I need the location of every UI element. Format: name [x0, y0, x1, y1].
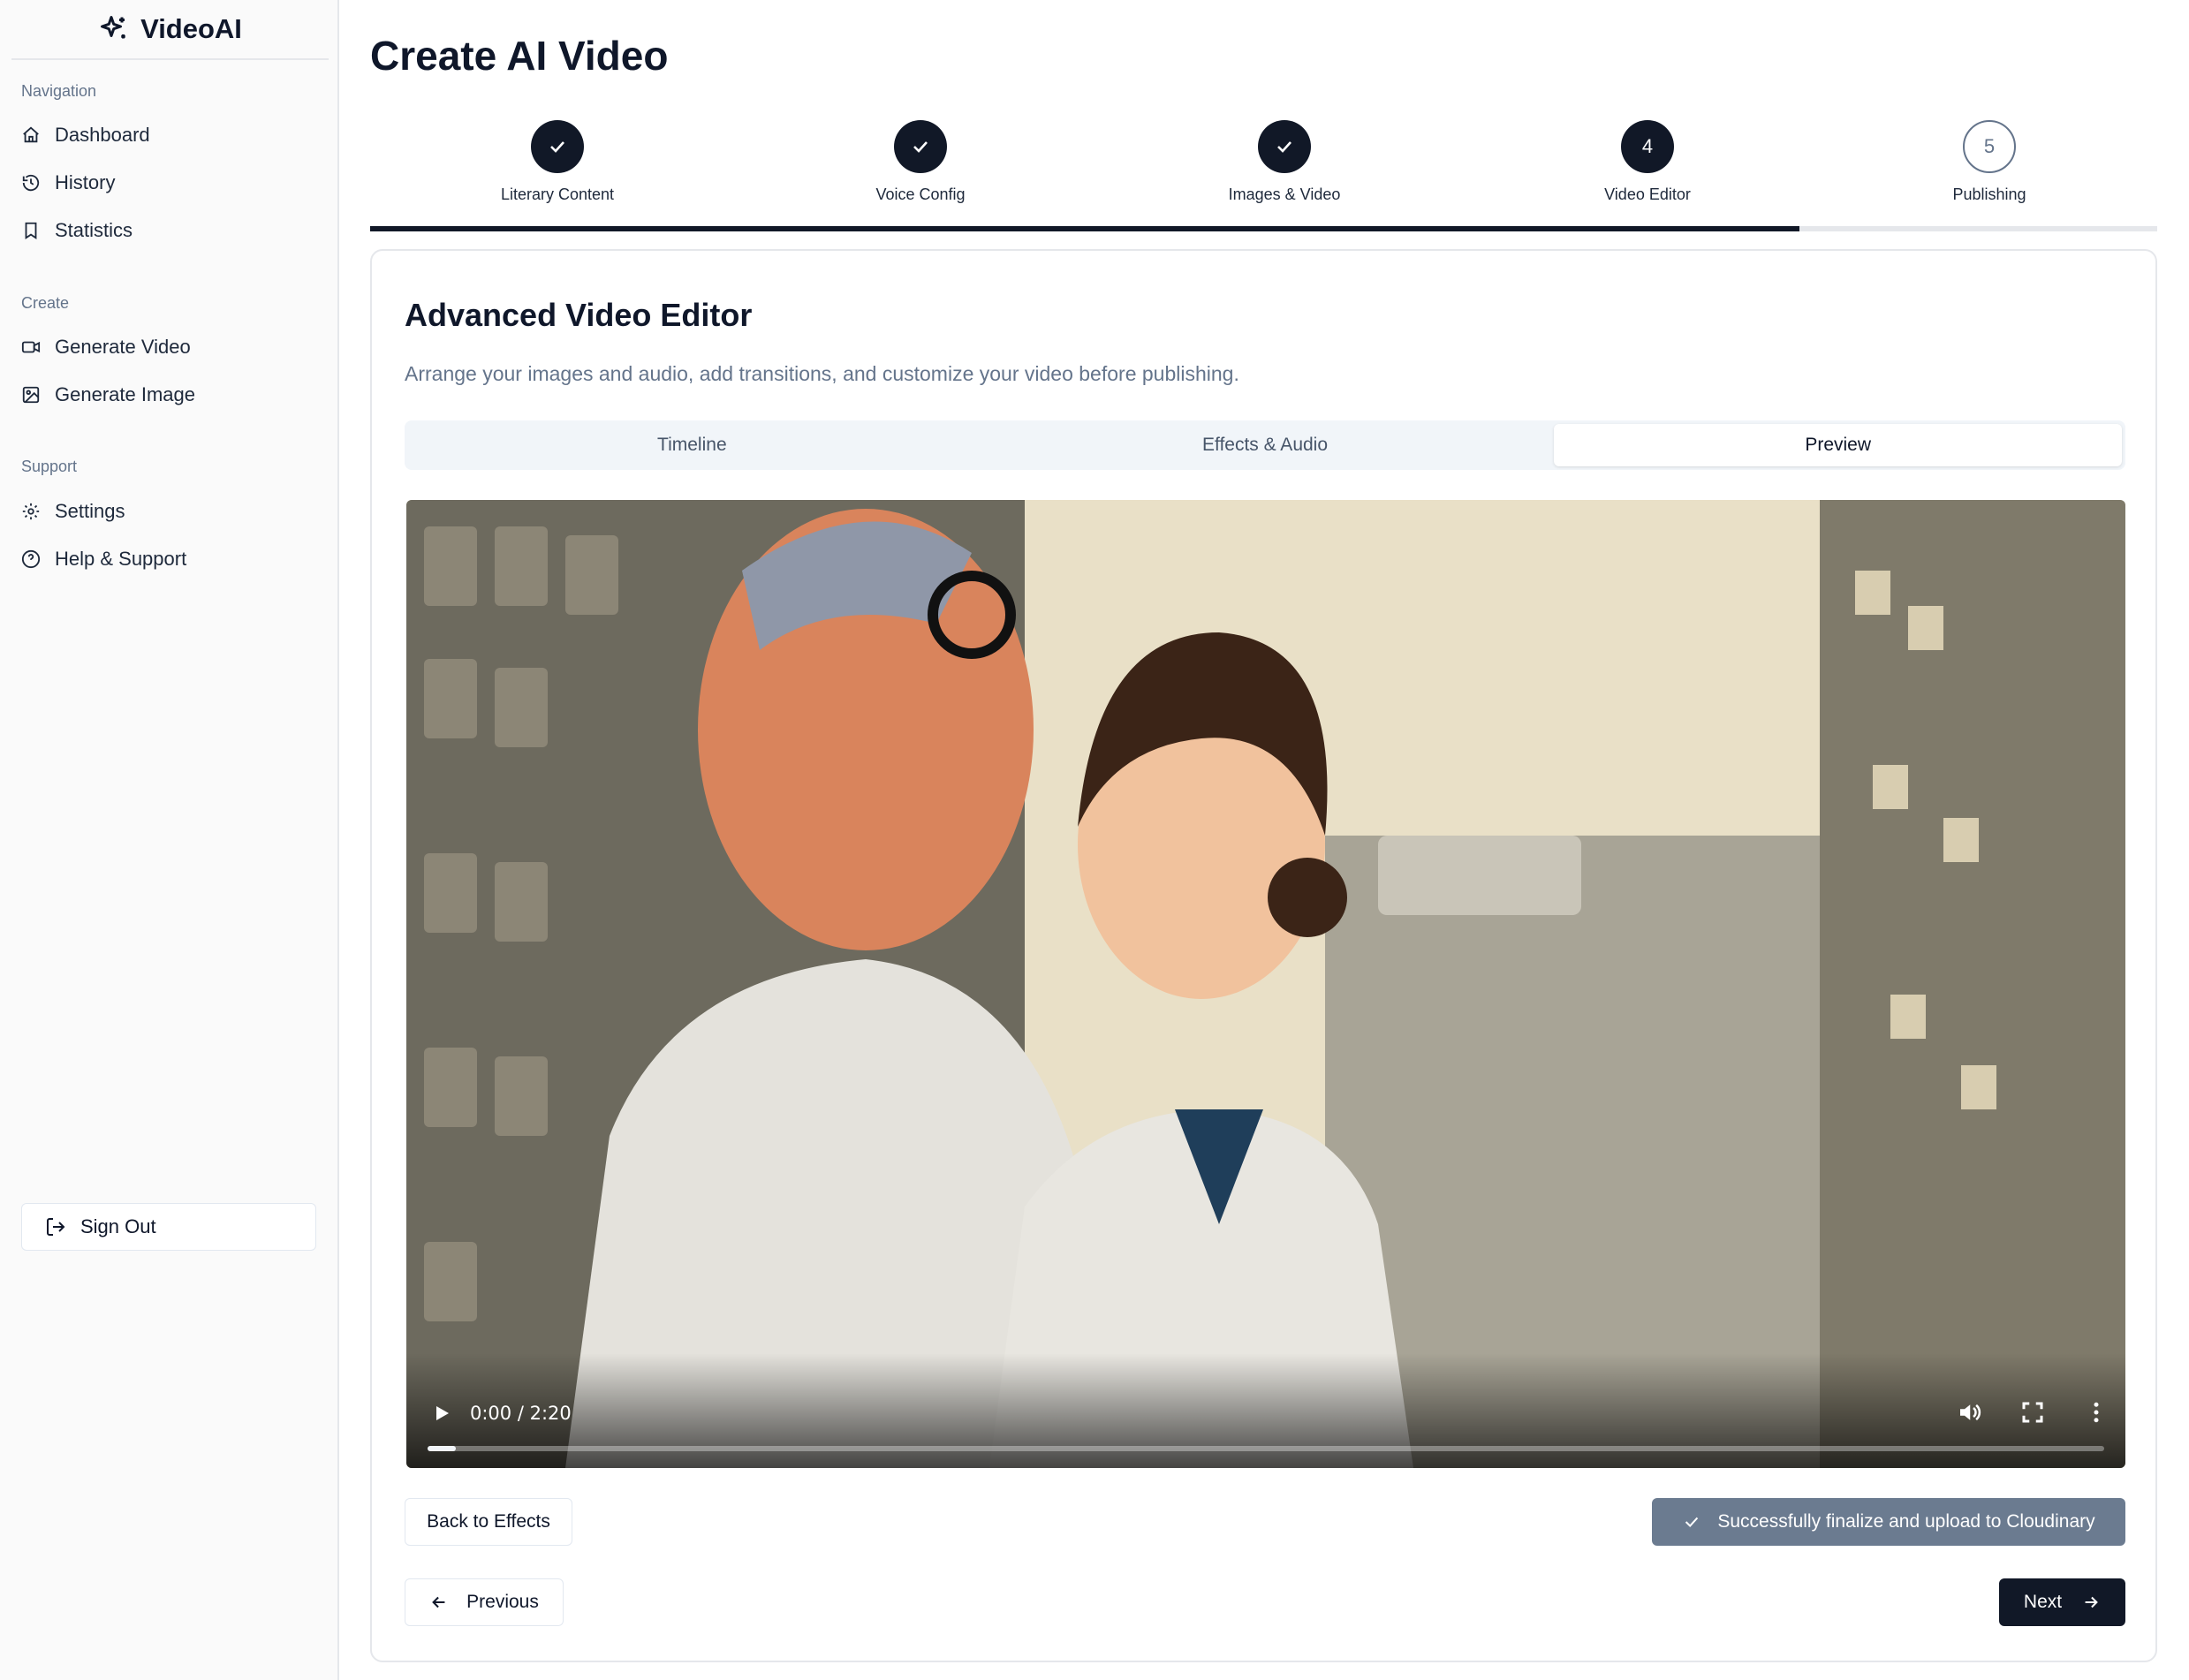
home-icon	[23, 126, 39, 143]
step-circle	[894, 120, 947, 173]
video-time: 0:00 / 2:20	[470, 1403, 572, 1424]
next-label: Next	[2023, 1592, 2063, 1612]
previous-label: Previous	[466, 1592, 539, 1612]
video-editor-card: Advanced Video Editor Arrange your image…	[370, 249, 2157, 1662]
editor-description: Arrange your images and audio, add trans…	[405, 362, 1239, 385]
step-literary-content[interactable]: Literary Content	[443, 120, 672, 204]
play-icon[interactable]	[431, 1403, 452, 1424]
next-button[interactable]: Next	[1999, 1578, 2125, 1626]
step-voice-config[interactable]: Voice Config	[806, 120, 1035, 204]
history-icon	[22, 174, 40, 192]
tab-preview[interactable]: Preview	[1554, 424, 2123, 466]
sidebar-item-help[interactable]: Help & Support	[21, 540, 318, 579]
sidebar-item-label: History	[55, 171, 116, 193]
step-video-editor[interactable]: 4 Video Editor	[1533, 120, 1762, 204]
step-images-video[interactable]: Images & Video	[1170, 120, 1399, 204]
step-label: Publishing	[1952, 185, 2026, 203]
image-icon	[22, 386, 40, 404]
help-circle-icon	[21, 549, 41, 569]
brand-name: VideoAI	[140, 13, 242, 44]
volume-icon[interactable]	[1956, 1399, 1982, 1426]
video-frame-illustration	[406, 500, 2125, 1468]
step-label: Literary Content	[500, 185, 615, 203]
step-label: Images & Video	[1228, 185, 1341, 203]
previous-button[interactable]: Previous	[405, 1578, 564, 1626]
stepper-progress-fill	[370, 226, 1800, 231]
video-seek-progress	[428, 1446, 456, 1451]
stepper-progress-track	[370, 226, 2157, 231]
tab-timeline[interactable]: Timeline	[408, 424, 976, 466]
step-circle	[531, 120, 584, 173]
sidebar-item-label: Generate Video	[55, 336, 191, 358]
sidebar-item-label: Statistics	[55, 219, 133, 241]
sidebar-item-history[interactable]: History	[21, 163, 318, 202]
editor-title: Advanced Video Editor	[405, 297, 753, 333]
log-out-icon	[47, 1218, 65, 1236]
video-seek-bar[interactable]	[428, 1446, 2104, 1451]
nav-section-navigation: Navigation	[21, 82, 97, 100]
check-icon	[1277, 141, 1291, 153]
gear-icon	[22, 503, 40, 520]
step-circle: 5	[1963, 120, 2016, 173]
sidebar-item-label: Dashboard	[55, 124, 150, 146]
sidebar-item-settings[interactable]: Settings	[21, 492, 318, 531]
arrow-left-icon	[432, 1596, 445, 1608]
nav-section-create: Create	[21, 294, 70, 312]
step-publishing[interactable]: 5 Publishing	[1875, 120, 2104, 204]
sign-out-button[interactable]: Sign Out	[21, 1203, 316, 1251]
sparkles-icon	[101, 16, 125, 39]
check-icon	[1685, 1517, 1699, 1528]
video-controls: 0:00 / 2:20	[406, 1353, 2125, 1468]
sidebar-item-dashboard[interactable]: Dashboard	[21, 116, 318, 155]
sidebar-item-generate-image[interactable]: Generate Image	[21, 375, 318, 414]
step-circle	[1258, 120, 1311, 173]
sign-out-label: Sign Out	[80, 1215, 156, 1237]
video-camera-icon	[21, 341, 41, 353]
fullscreen-icon[interactable]	[2019, 1399, 2046, 1426]
check-icon	[550, 141, 564, 153]
editor-tabs: Timeline Effects & Audio Preview	[405, 420, 2125, 470]
step-circle: 4	[1621, 120, 1674, 173]
back-to-effects-button[interactable]: Back to Effects	[405, 1498, 572, 1546]
nav-section-support: Support	[21, 458, 78, 475]
sidebar-item-label: Help & Support	[55, 548, 187, 570]
finalize-upload-status-button[interactable]: Successfully finalize and upload to Clou…	[1652, 1498, 2125, 1546]
brand[interactable]: VideoAI	[11, 0, 329, 60]
video-player[interactable]: 0:00 / 2:20	[406, 500, 2125, 1468]
bookmark-icon	[25, 222, 37, 239]
sidebar-item-label: Generate Image	[55, 383, 195, 405]
tab-effects-audio[interactable]: Effects & Audio	[981, 424, 1549, 466]
sidebar-item-label: Settings	[55, 500, 125, 522]
stepper: Literary Content Voice Config Images & V…	[370, 120, 2157, 235]
finalize-upload-label: Successfully finalize and upload to Clou…	[1717, 1511, 2095, 1532]
step-label: Voice Config	[875, 185, 966, 203]
page-title: Create AI Video	[370, 33, 669, 79]
more-options-icon[interactable]	[2083, 1399, 2109, 1426]
sidebar: VideoAI Navigation Dashboard History Sta…	[0, 0, 339, 1680]
sidebar-item-statistics[interactable]: Statistics	[21, 211, 318, 250]
step-label: Video Editor	[1604, 185, 1691, 203]
check-icon	[913, 141, 928, 153]
arrow-right-icon	[2085, 1596, 2098, 1608]
sidebar-item-generate-video[interactable]: Generate Video	[21, 328, 318, 367]
